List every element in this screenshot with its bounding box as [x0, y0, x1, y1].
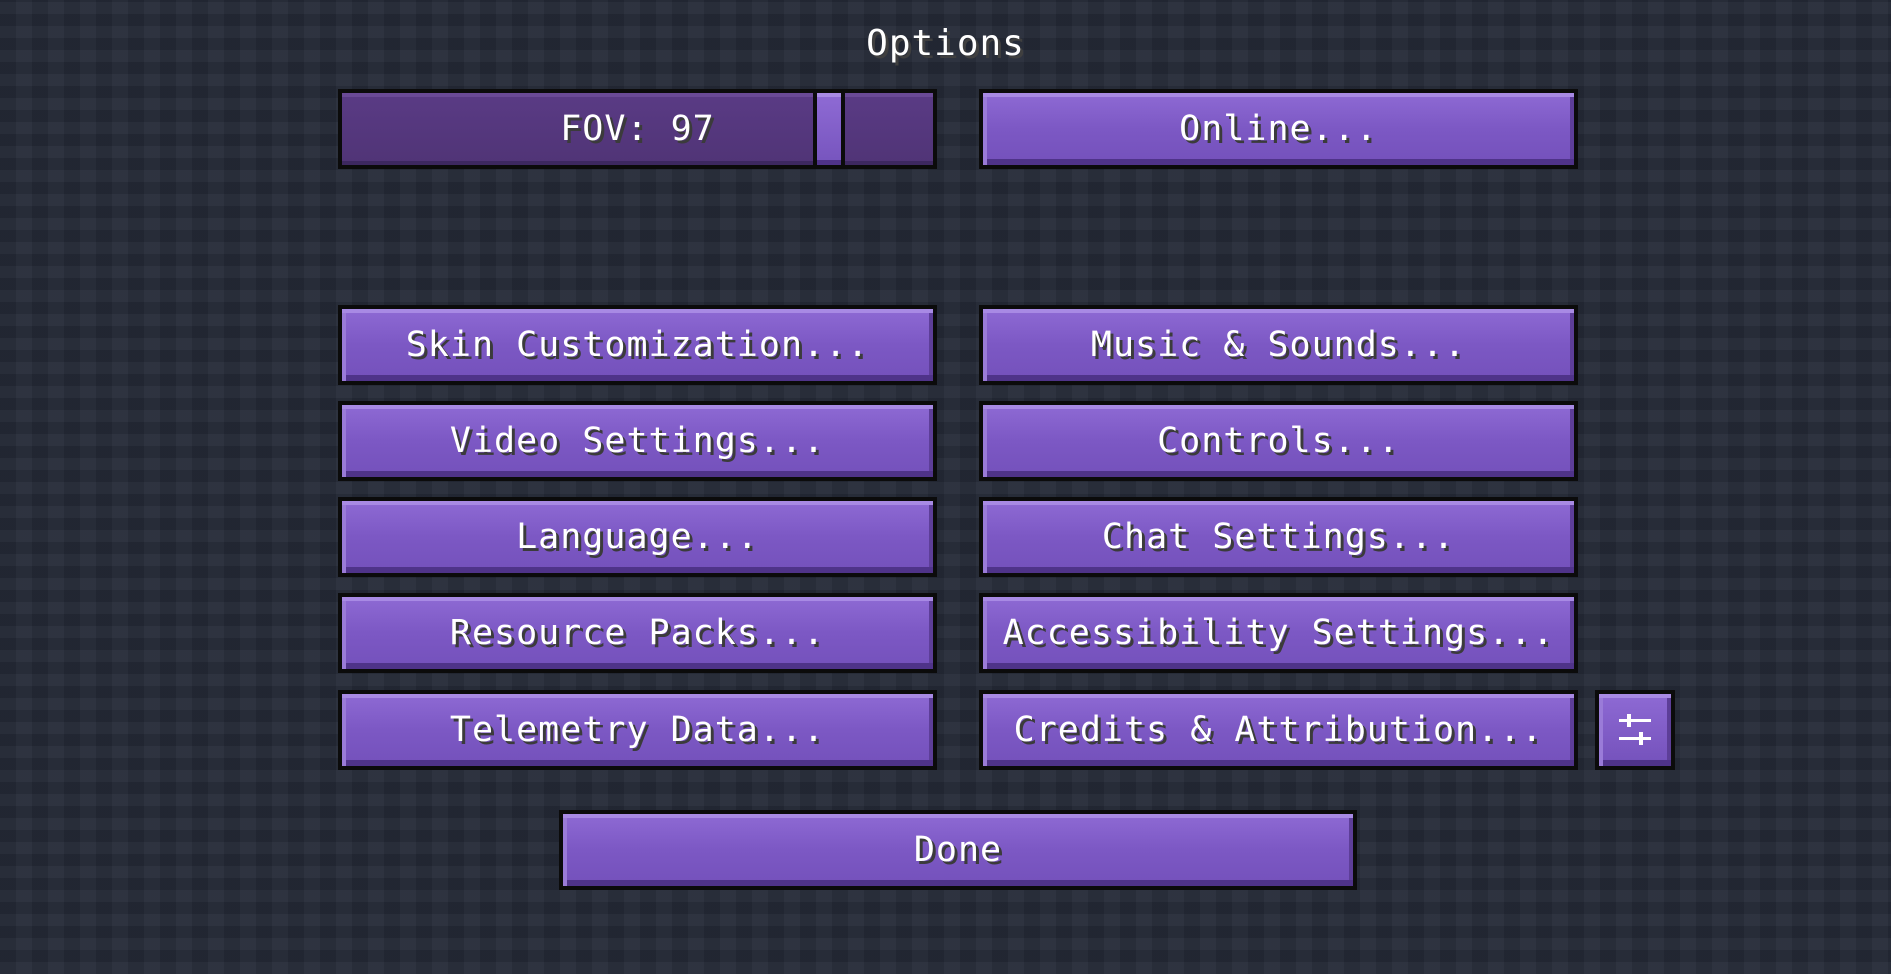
options-toggle-button[interactable]: [1595, 690, 1675, 770]
skin-customization-button-label: Skin Customization...: [405, 325, 870, 365]
credits-attribution-button-label: Credits & Attribution...: [1013, 710, 1544, 750]
telemetry-data-button[interactable]: Telemetry Data...: [338, 690, 937, 770]
chat-settings-button[interactable]: Chat Settings...: [979, 497, 1578, 577]
credits-attribution-button[interactable]: Credits & Attribution...: [979, 690, 1578, 770]
controls-button[interactable]: Controls...: [979, 401, 1578, 481]
language-button-label: Language...: [516, 517, 759, 557]
accessibility-settings-button-label: Accessibility Settings...: [1002, 613, 1555, 653]
page-title: Options: [866, 23, 1025, 64]
skin-customization-button[interactable]: Skin Customization...: [338, 305, 937, 385]
music-sounds-button[interactable]: Music & Sounds...: [979, 305, 1578, 385]
fov-slider[interactable]: FOV: 97: [338, 89, 937, 169]
telemetry-data-button-label: Telemetry Data...: [449, 710, 826, 750]
chat-settings-button-label: Chat Settings...: [1101, 517, 1456, 557]
resource-packs-button-label: Resource Packs...: [449, 613, 826, 653]
sliders-icon: [1619, 714, 1651, 745]
accessibility-settings-button[interactable]: Accessibility Settings...: [979, 593, 1578, 673]
controls-button-label: Controls...: [1157, 421, 1400, 461]
done-button-label: Done: [913, 830, 1003, 870]
video-settings-button[interactable]: Video Settings...: [338, 401, 937, 481]
video-settings-button-label: Video Settings...: [449, 421, 826, 461]
online-button[interactable]: Online...: [979, 89, 1578, 169]
language-button[interactable]: Language...: [338, 497, 937, 577]
music-sounds-button-label: Music & Sounds...: [1090, 325, 1467, 365]
online-button-label: Online...: [1179, 109, 1378, 149]
resource-packs-button[interactable]: Resource Packs...: [338, 593, 937, 673]
done-button[interactable]: Done: [559, 810, 1357, 890]
fov-slider-label: FOV: 97: [560, 109, 715, 149]
